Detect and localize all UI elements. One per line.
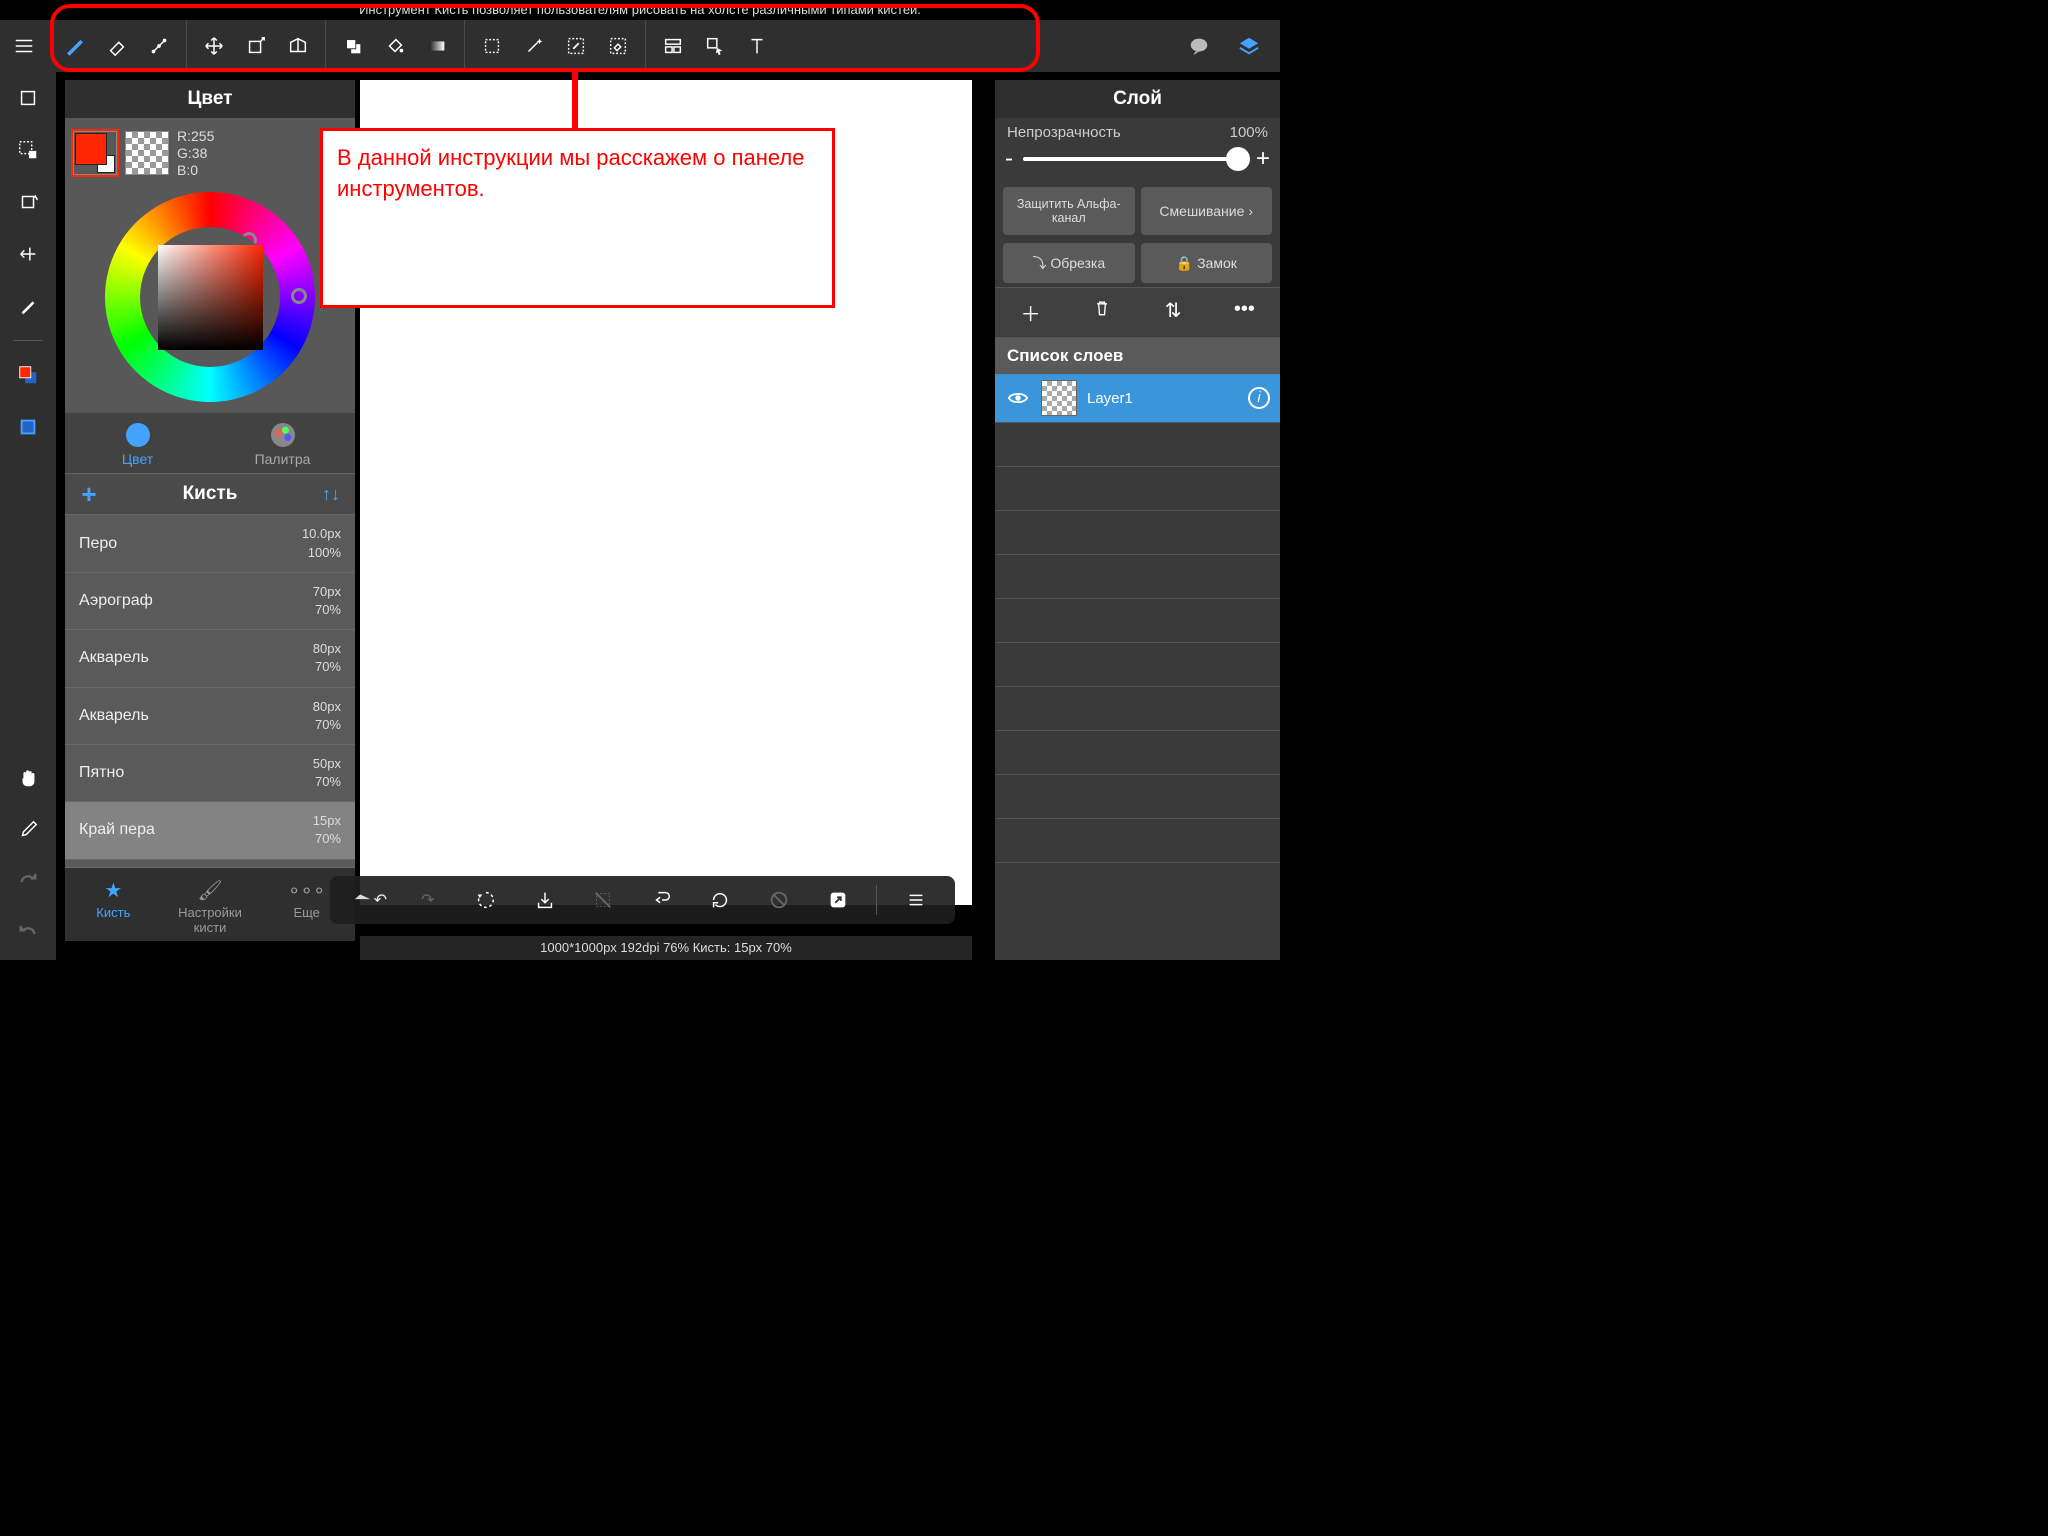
layer-visibility-icon[interactable] <box>1005 385 1031 411</box>
lock-button[interactable]: 🔒Замок <box>1141 243 1273 283</box>
opacity-slider[interactable] <box>1023 157 1246 161</box>
layer-panel-title: Слой <box>995 80 1280 118</box>
undo-button[interactable]: ↶ <box>349 880 389 920</box>
layer-info-icon[interactable]: i <box>1248 387 1270 409</box>
clip-button[interactable]: ⤵Обрезка <box>1003 243 1135 283</box>
single-swatch[interactable] <box>8 403 48 451</box>
layer-empty-slot[interactable] <box>995 423 1280 467</box>
brush-icon[interactable] <box>8 282 48 330</box>
layer-thumbnail <box>1041 380 1077 416</box>
brush-add-button[interactable]: + <box>65 474 113 514</box>
color-sv-box[interactable] <box>158 245 263 350</box>
move-tool[interactable] <box>193 25 235 67</box>
opacity-label: Непрозрачность <box>1007 124 1121 141</box>
color-tab-palette[interactable]: Палитра <box>210 413 355 473</box>
chat-icon[interactable] <box>1178 25 1220 67</box>
transform-tool[interactable] <box>235 25 277 67</box>
brush-panel-title: Кисть <box>113 483 307 505</box>
eraser-tool[interactable] <box>96 25 138 67</box>
bucket-tool[interactable] <box>374 25 416 67</box>
rotate-icon[interactable] <box>8 178 48 226</box>
top-toolbar <box>0 20 1280 72</box>
select-eraser-tool[interactable] <box>597 25 639 67</box>
text-tool[interactable] <box>736 25 778 67</box>
color-swatch-transparent[interactable] <box>125 131 169 175</box>
opacity-minus[interactable]: - <box>1005 145 1013 173</box>
layer-empty-slot[interactable] <box>995 819 1280 863</box>
refresh-button[interactable] <box>700 880 740 920</box>
menu-button[interactable] <box>0 20 48 72</box>
rotate-canvas-button[interactable] <box>466 880 506 920</box>
hue-handle-2[interactable] <box>291 288 307 304</box>
panel-tool[interactable] <box>652 25 694 67</box>
layer-list-title: Список слоев <box>995 338 1280 374</box>
layer-empty-slot[interactable] <box>995 511 1280 555</box>
brush-list: Перо10.0px100% Аэрограф70px70% Акварель8… <box>65 515 355 867</box>
paste-disabled-button[interactable] <box>759 880 799 920</box>
select-brush-tool[interactable] <box>555 25 597 67</box>
layer-empty-slot[interactable] <box>995 467 1280 511</box>
opacity-value: 100% <box>1230 124 1268 141</box>
cursor-tool[interactable] <box>694 25 736 67</box>
brush-item[interactable]: Край пера15px70% <box>65 802 355 859</box>
rgb-readout: R:255 G:38 B:0 <box>177 128 214 178</box>
layer-empty-slot[interactable] <box>995 643 1280 687</box>
brush-item[interactable]: Акварель80px70% <box>65 630 355 687</box>
brush-item[interactable]: Пятно50px70% <box>65 745 355 802</box>
save-button[interactable] <box>525 880 565 920</box>
layer-reorder-button[interactable]: ⇅ <box>1153 298 1193 327</box>
brush-sort-button[interactable]: ↑↓ <box>307 474 355 514</box>
redo-icon[interactable] <box>8 858 48 906</box>
brush-tool[interactable] <box>54 25 96 67</box>
popout-button[interactable] <box>818 880 858 920</box>
layer-delete-button[interactable] <box>1082 298 1122 327</box>
layer-add-button[interactable]: ＋ <box>1011 298 1051 327</box>
brush-item[interactable]: Акварель80px70% <box>65 688 355 745</box>
layer-empty-slot[interactable] <box>995 599 1280 643</box>
mesh-transform-tool[interactable] <box>277 25 319 67</box>
dot-brush-tool[interactable] <box>138 25 180 67</box>
layer-empty-slot[interactable] <box>995 555 1280 599</box>
brush-tab-settings[interactable]: 🖌Настройки кисти <box>162 868 259 941</box>
protect-alpha-button[interactable]: Защитить Альфа-канал <box>1003 187 1135 235</box>
opacity-plus[interactable]: + <box>1256 145 1270 173</box>
color-wheel[interactable] <box>105 192 315 402</box>
bottom-menu-button[interactable] <box>896 880 936 920</box>
layer-name: Layer1 <box>1087 390 1133 407</box>
brush-item[interactable]: Перо10.0px100% <box>65 515 355 572</box>
layer-empty-slot[interactable] <box>995 731 1280 775</box>
color-panel-title: Цвет <box>65 80 355 118</box>
left-toolbar <box>0 72 56 960</box>
selection-shape-icon[interactable] <box>8 126 48 174</box>
bottom-action-bar: ↶ ↷ <box>330 876 955 924</box>
layer-empty-slot[interactable] <box>995 775 1280 819</box>
annotation-text-box: В данной инструкции мы расскажем о панел… <box>320 128 835 308</box>
select-rect-tool[interactable] <box>471 25 513 67</box>
status-bar: 1000*1000px 192dpi 76% Кисть: 15px 70% <box>360 936 972 960</box>
layer-item[interactable]: Layer1 i <box>995 374 1280 423</box>
copy-button[interactable] <box>642 880 682 920</box>
layers-toggle-icon[interactable] <box>1228 25 1270 67</box>
layer-panel: Слой Непрозрачность 100% - + Защитить Аль… <box>995 80 1280 960</box>
fg-bg-swatch[interactable] <box>8 351 48 399</box>
fill-tool[interactable] <box>332 25 374 67</box>
tooltip-bar: Инструмент Кисть позволяет пользователям… <box>0 0 1280 20</box>
eyedropper-icon[interactable] <box>8 806 48 854</box>
layer-more-button[interactable]: ••• <box>1224 298 1264 327</box>
redo-button[interactable]: ↷ <box>408 880 448 920</box>
fullscreen-icon[interactable] <box>8 74 48 122</box>
brush-item[interactable]: Аэрограф70px70% <box>65 573 355 630</box>
color-panel: Цвет R:255 G:38 B:0 i Цвет Палитра + Кис <box>65 80 355 941</box>
deselect-button[interactable] <box>583 880 623 920</box>
color-swatch-primary[interactable] <box>73 131 117 175</box>
flip-h-icon[interactable] <box>8 230 48 278</box>
hand-tool-icon[interactable] <box>8 754 48 802</box>
layer-empty-slot[interactable] <box>995 687 1280 731</box>
gradient-tool[interactable] <box>416 25 458 67</box>
color-tab-color[interactable]: Цвет <box>65 413 210 473</box>
brush-tab-brush[interactable]: ★Кисть <box>65 868 162 941</box>
magic-wand-tool[interactable] <box>513 25 555 67</box>
blend-mode-button[interactable]: Смешивание› <box>1141 187 1273 235</box>
undo-icon[interactable] <box>8 910 48 958</box>
